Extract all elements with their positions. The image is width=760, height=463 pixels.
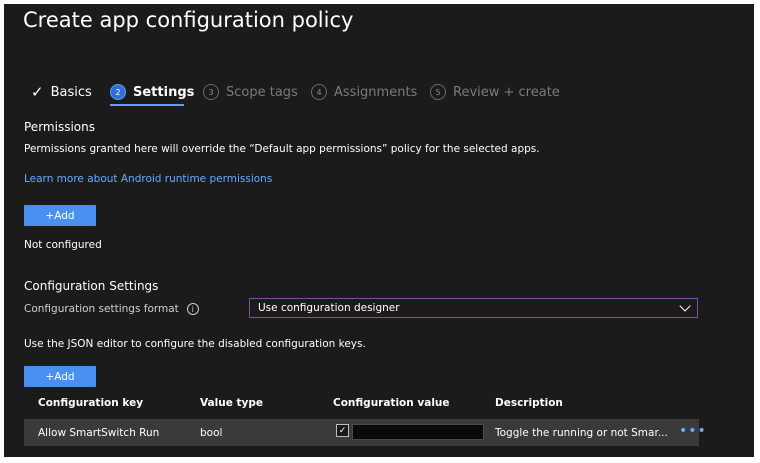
info-icon[interactable]: i [186, 303, 199, 315]
step-number-3: 3 [203, 84, 219, 100]
format-label-row: Configuration settings format i [24, 303, 199, 315]
format-label: Configuration settings format [24, 303, 179, 315]
active-tab-underline [110, 104, 184, 106]
page-title: Create app configuration policy [23, 8, 354, 32]
value-checkbox[interactable]: ✓ [336, 424, 349, 437]
table-row[interactable]: Allow SmartSwitch Run bool ✓ Toggle the … [24, 419, 706, 446]
step-number-5: 5 [430, 84, 446, 100]
column-header-key: Configuration key [38, 397, 144, 409]
tab-review-create-label: Review + create [453, 84, 560, 100]
step-number-4: 4 [311, 84, 327, 100]
step-number-2: 2 [110, 84, 126, 100]
tab-settings-label: Settings [133, 84, 195, 100]
tab-assignments[interactable]: 4 Assignments [311, 82, 417, 102]
tab-basics[interactable]: ✓ Basics [31, 82, 92, 102]
column-header-description: Description [495, 397, 563, 409]
configuration-value-input[interactable] [352, 424, 484, 440]
permissions-heading: Permissions [24, 120, 95, 134]
add-configuration-button[interactable]: +Add [24, 366, 96, 387]
tab-settings[interactable]: 2 Settings [110, 82, 194, 102]
more-options-icon[interactable]: ••• [679, 423, 707, 439]
permissions-description: Permissions granted here will override t… [24, 143, 540, 155]
format-dropdown[interactable]: Use configuration designer [249, 298, 698, 318]
tab-review-create[interactable]: 5 Review + create [430, 82, 560, 102]
column-header-type: Value type [200, 397, 263, 409]
tab-assignments-label: Assignments [334, 84, 418, 100]
check-icon: ✓ [31, 83, 44, 101]
column-header-value: Configuration value [333, 397, 450, 409]
policy-panel: Create app configuration policy ✓ Basics… [4, 4, 754, 457]
add-permission-button[interactable]: +Add [24, 205, 96, 226]
row-description: Toggle the running or not Smar... [495, 427, 668, 439]
format-dropdown-value: Use configuration designer [258, 302, 400, 314]
row-key: Allow SmartSwitch Run [38, 427, 160, 439]
chevron-down-icon [679, 300, 691, 312]
json-note: Use the JSON editor to configure the dis… [24, 338, 366, 350]
tab-scope-tags-label: Scope tags [226, 84, 298, 100]
row-type: bool [200, 427, 223, 439]
tab-basics-label: Basics [50, 84, 92, 100]
permissions-status: Not configured [24, 239, 102, 251]
learn-more-link[interactable]: Learn more about Android runtime permiss… [24, 173, 272, 185]
configuration-heading: Configuration Settings [24, 279, 159, 293]
tab-scope-tags[interactable]: 3 Scope tags [203, 82, 298, 102]
